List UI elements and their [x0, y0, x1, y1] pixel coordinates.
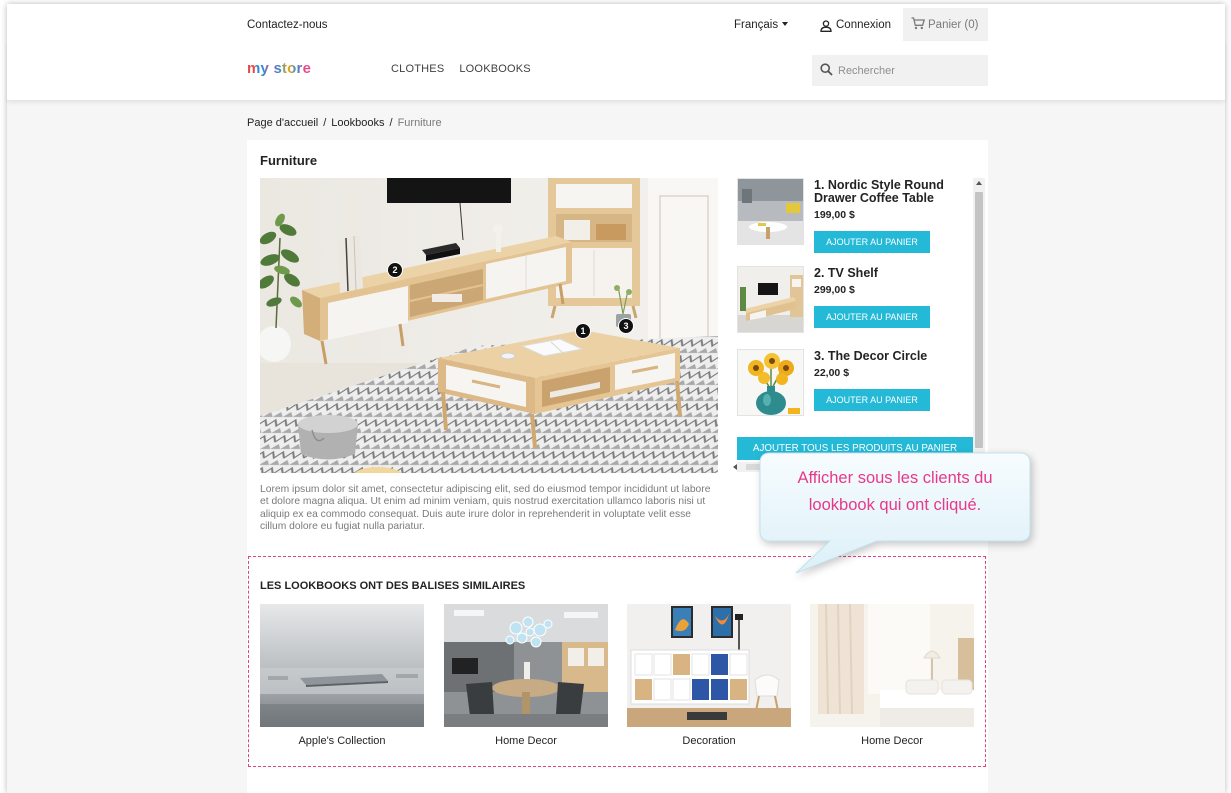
search-box[interactable] [812, 55, 988, 86]
scroll-left-arrow-icon[interactable] [733, 464, 737, 470]
search-icon[interactable] [820, 63, 833, 76]
add-to-cart-button[interactable]: AJOUTER AU PANIER [814, 389, 930, 411]
related-thumb-apple-collection[interactable] [260, 604, 424, 727]
hotspot-2[interactable]: 2 [387, 262, 403, 278]
store-logo[interactable]: my store [247, 60, 311, 78]
hotspot-1[interactable]: 1 [575, 323, 591, 339]
product-price: 22,00 $ [814, 367, 850, 379]
page-title: Furniture [260, 153, 318, 168]
product-list: 1. Nordic Style Round Drawer Coffee Tabl… [733, 178, 985, 472]
callout-text: Afficher sous les clients du lookbook qu… [760, 465, 1030, 519]
related-label[interactable]: Home Decor [810, 735, 974, 748]
breadcrumb-separator: / [389, 117, 393, 129]
breadcrumb: Page d'accueil / Lookbooks / Furniture [247, 116, 442, 130]
language-label: Français [734, 19, 779, 31]
contact-link[interactable]: Contactez-nous [247, 18, 328, 32]
main-nav: CLOTHES LOOKBOOKS [391, 62, 531, 76]
lookbook-main-image: 2 1 3 [260, 178, 718, 473]
user-icon [820, 19, 832, 32]
vertical-scrollbar-thumb[interactable] [975, 192, 983, 448]
add-to-cart-button[interactable]: AJOUTER AU PANIER [814, 306, 930, 328]
product-price: 299,00 $ [814, 284, 855, 296]
nav-item-lookbooks[interactable]: LOOKBOOKS [459, 62, 531, 76]
product-name[interactable]: 3. The Decor Circle [814, 350, 969, 363]
top-bar [7, 4, 1225, 41]
related-thumb-home-decor-2[interactable] [810, 604, 974, 727]
product-image-decor-circle[interactable] [737, 349, 804, 416]
related-label[interactable]: Decoration [627, 735, 791, 748]
login-link[interactable]: Connexion [836, 18, 891, 32]
chevron-down-icon [782, 21, 789, 26]
cart-icon [911, 17, 926, 30]
related-thumb-home-decor[interactable] [444, 604, 608, 727]
breadcrumb-lookbooks[interactable]: Lookbooks [331, 117, 384, 129]
breadcrumb-separator: / [323, 117, 327, 129]
scroll-up-arrow-icon[interactable] [976, 181, 982, 185]
related-label[interactable]: Home Decor [444, 735, 608, 748]
search-input[interactable] [838, 63, 978, 79]
product-name[interactable]: 2. TV Shelf [814, 267, 969, 280]
product-image-tv-shelf[interactable] [737, 266, 804, 333]
related-thumb-decoration[interactable] [627, 604, 791, 727]
related-label[interactable]: Apple's Collection [260, 735, 424, 748]
cart-label[interactable]: Panier (0) [928, 18, 979, 32]
callout-line: lookbook qui ont cliqué. [808, 496, 982, 514]
product-name[interactable]: 1. Nordic Style Round Drawer Coffee Tabl… [814, 179, 969, 205]
language-selector[interactable]: Français [734, 18, 789, 32]
add-to-cart-button[interactable]: AJOUTER AU PANIER [814, 231, 930, 253]
product-image-coffee-table[interactable] [737, 178, 804, 245]
breadcrumb-home[interactable]: Page d'accueil [247, 117, 318, 129]
nav-item-clothes[interactable]: CLOTHES [391, 62, 444, 76]
lookbook-description: Lorem ipsum dolor sit amet, consectetur … [260, 484, 711, 533]
product-price: 199,00 $ [814, 209, 855, 221]
related-lookbooks-heading: LES LOOKBOOKS ONT DES BALISES SIMILAIRES [260, 580, 526, 592]
breadcrumb-current: Furniture [397, 117, 442, 129]
header [7, 41, 1225, 101]
callout-line: Afficher sous les clients du [797, 469, 993, 487]
hotspot-3[interactable]: 3 [618, 318, 634, 334]
